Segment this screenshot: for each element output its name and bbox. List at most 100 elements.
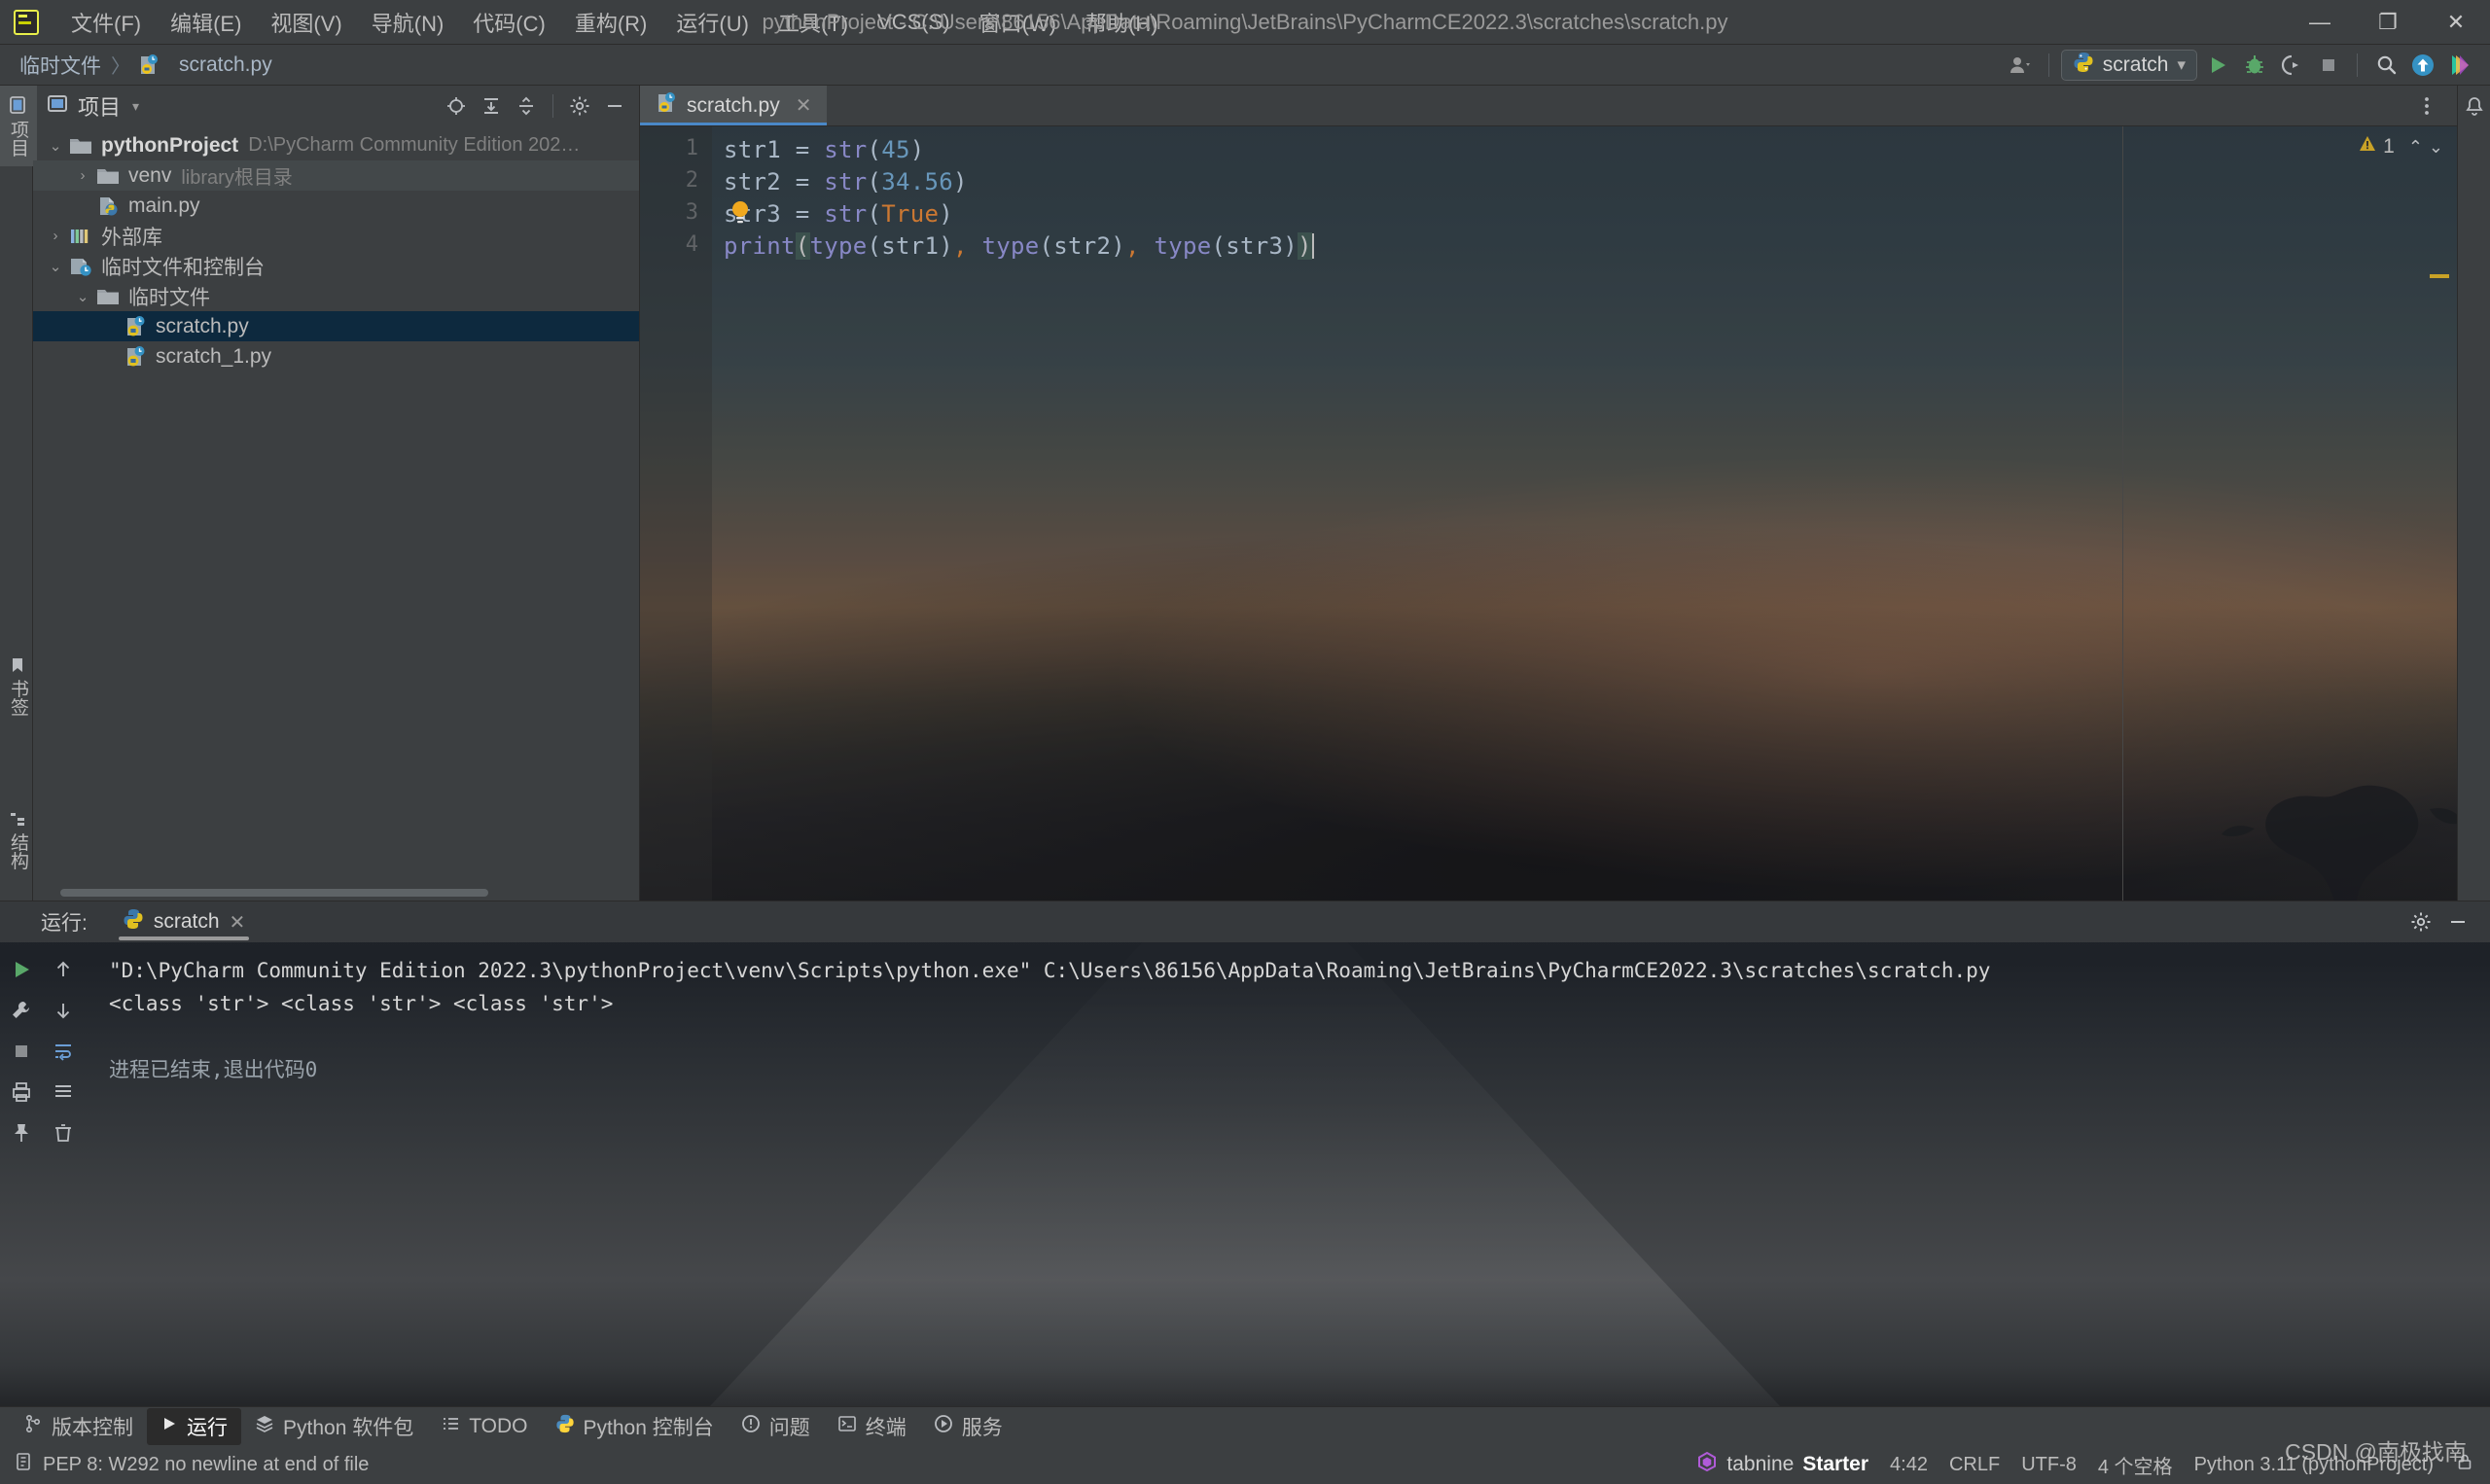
tabnine-widget[interactable]: tabnine Starter (1696, 1451, 1868, 1478)
stop-process-button[interactable] (4, 1034, 39, 1069)
menu-help[interactable]: 帮助(H) (1071, 3, 1173, 42)
scroll-up-stack-button[interactable] (46, 952, 81, 987)
rerun-button[interactable] (4, 952, 39, 987)
vertical-tab-bookmarks[interactable]: 书签 (0, 647, 37, 725)
coverage-button[interactable] (2275, 50, 2308, 81)
bottom-tab-problems[interactable]: 问题 (728, 1408, 824, 1445)
tree-item-scratches-and-consoles[interactable]: ⌄临时文件和控制台 (33, 251, 639, 281)
line-separator[interactable]: CRLF (1949, 1454, 2000, 1476)
chevron-down-icon[interactable]: ▾ (132, 98, 139, 115)
vertical-tab-structure[interactable]: 结构 (0, 800, 37, 879)
code-pane[interactable]: str1 = str(45) str2 = str(34.56) str3 = st… (712, 126, 2457, 901)
chevron-down-icon[interactable]: ⌄ (70, 288, 95, 305)
search-everywhere-button[interactable] (2369, 50, 2402, 81)
tree-item-external-libraries[interactable]: ›外部库 (33, 221, 639, 251)
editor-tab-scratch-py[interactable]: scratch.py ✕ (640, 86, 827, 125)
menu-refactor[interactable]: 重构(R) (560, 3, 662, 42)
chevron-right-icon[interactable]: › (70, 167, 95, 184)
tree-item-pythonproject[interactable]: ⌄pythonProjectD:\PyCharm Community Editi… (33, 130, 639, 160)
scrollbar-thumb[interactable] (60, 889, 488, 897)
bottom-tab-services[interactable]: 服务 (920, 1408, 1016, 1445)
code-line[interactable]: str2 = str(34.56) (724, 168, 968, 195)
warning-count: 1 (2383, 135, 2395, 159)
bottom-tab-version-control[interactable]: 版本控制 (10, 1408, 147, 1445)
tree-item-scratches[interactable]: ⌄临时文件 (33, 281, 639, 311)
scroll-down-stack-button[interactable] (46, 993, 81, 1028)
clear-all-button[interactable] (46, 1115, 81, 1150)
menu-tools[interactable]: 工具(T) (764, 3, 863, 42)
hide-run-panel-icon[interactable] (2441, 906, 2474, 937)
menu-window[interactable]: 窗口(W) (965, 3, 1071, 42)
code-line[interactable]: str1 = str(45) (724, 136, 925, 163)
notifications-icon[interactable] (2463, 95, 2486, 124)
code-line[interactable]: print(type(str1), type(str2), type(str3)… (724, 232, 1314, 260)
modify-run-configuration-button[interactable] (4, 993, 39, 1028)
expand-all-icon[interactable] (475, 90, 508, 122)
close-icon[interactable]: ✕ (796, 93, 812, 118)
menu-run[interactable]: 运行(U) (661, 3, 764, 42)
tree-item-scratch-1-py[interactable]: scratch_1.py (33, 341, 639, 371)
settings-gear-icon[interactable] (563, 90, 596, 122)
run-settings-gear-icon[interactable] (2404, 906, 2437, 937)
run-configuration-selector[interactable]: scratch ▾ (2061, 50, 2197, 81)
lightbulb-intention-icon[interactable] (728, 198, 753, 228)
print-button[interactable] (4, 1075, 39, 1110)
debug-button[interactable] (2238, 50, 2271, 81)
bottom-tab-python-console[interactable]: Python 控制台 (542, 1408, 728, 1445)
menu-view[interactable]: 视图(V) (256, 3, 356, 42)
run-tab-scratch[interactable]: scratch ✕ (109, 901, 259, 942)
bottom-tab-python-packages[interactable]: Python 软件包 (241, 1408, 427, 1445)
scroll-to-end-button[interactable] (46, 1075, 81, 1110)
chevron-down-icon[interactable]: ⌄ (43, 137, 68, 155)
close-icon[interactable]: ✕ (230, 910, 246, 935)
bottom-tab-todo[interactable]: TODO (427, 1410, 541, 1443)
menu-code[interactable]: 代码(C) (458, 3, 560, 42)
hide-panel-icon[interactable] (598, 90, 631, 122)
error-stripe-mark[interactable] (2430, 274, 2449, 278)
project-horizontal-scrollbar[interactable] (33, 887, 639, 901)
code-line[interactable]: str3 = str(True) (724, 200, 953, 228)
breadcrumb-item-scratch-py[interactable]: scratch.py (175, 52, 276, 79)
minimize-button[interactable]: — (2286, 0, 2354, 45)
breadcrumb-item-scratches[interactable]: 临时文件 (16, 49, 105, 82)
file-encoding[interactable]: UTF-8 (2021, 1454, 2077, 1476)
next-problem-icon[interactable]: ⌄ (2429, 137, 2443, 158)
inspection-widget[interactable]: 1 ⌃ ⌄ (2358, 134, 2443, 159)
editor-gutter[interactable]: 1234 (640, 126, 712, 901)
read-only-lock-icon[interactable] (2455, 1452, 2474, 1477)
update-project-button[interactable] (2406, 50, 2439, 81)
editor-horizontal-scrollbar[interactable] (712, 889, 2418, 901)
collapse-all-icon[interactable] (510, 90, 543, 122)
stop-button[interactable] (2312, 50, 2345, 81)
select-opened-file-icon[interactable] (440, 90, 473, 122)
menu-vcs[interactable]: VCS(S) (863, 6, 965, 39)
indent-setting[interactable]: 4 个空格 (2098, 1451, 2173, 1479)
menu-file[interactable]: 文件(F) (56, 3, 156, 42)
chevron-down-icon[interactable]: ▾ (2177, 55, 2186, 75)
ai-assistant-button[interactable] (2443, 50, 2476, 81)
chevron-down-icon[interactable]: ⌄ (43, 258, 68, 275)
chevron-right-icon[interactable]: › (43, 228, 68, 244)
python-interpreter[interactable]: Python 3.11 (pythonProject) (2194, 1454, 2434, 1476)
prev-problem-icon[interactable]: ⌃ (2408, 137, 2423, 158)
editor-error-stripe[interactable] (2418, 126, 2457, 901)
bottom-tab-terminal[interactable]: 终端 (824, 1408, 920, 1445)
code-editor[interactable]: 1234 str1 = str(45) str2 = str(34.56) str3… (640, 126, 2457, 901)
maximize-button[interactable]: ❐ (2354, 0, 2422, 45)
tree-item-scratch-py[interactable]: scratch.py (33, 311, 639, 341)
run-button[interactable] (2201, 50, 2234, 81)
caret-position[interactable]: 4:42 (1890, 1454, 1928, 1476)
tree-item-mainpy[interactable]: main.py (33, 191, 639, 221)
close-button[interactable]: ✕ (2422, 0, 2490, 45)
tree-item-venv[interactable]: ›venvlibrary根目录 (33, 160, 639, 191)
user-account-icon[interactable] (2004, 50, 2037, 81)
menu-edit[interactable]: 编辑(E) (156, 3, 256, 42)
run-console-output[interactable]: "D:\PyCharm Community Edition 2022.3\pyt… (84, 942, 2490, 1406)
vertical-tab-project[interactable]: 项目 (0, 86, 37, 166)
project-tree[interactable]: ⌄pythonProjectD:\PyCharm Community Editi… (33, 126, 639, 887)
more-options-icon[interactable] (2410, 90, 2443, 122)
menu-navigate[interactable]: 导航(N) (357, 3, 459, 42)
pin-tab-button[interactable] (4, 1115, 39, 1150)
soft-wrap-button[interactable] (46, 1034, 81, 1069)
bottom-tab-run[interactable]: 运行 (147, 1408, 241, 1445)
